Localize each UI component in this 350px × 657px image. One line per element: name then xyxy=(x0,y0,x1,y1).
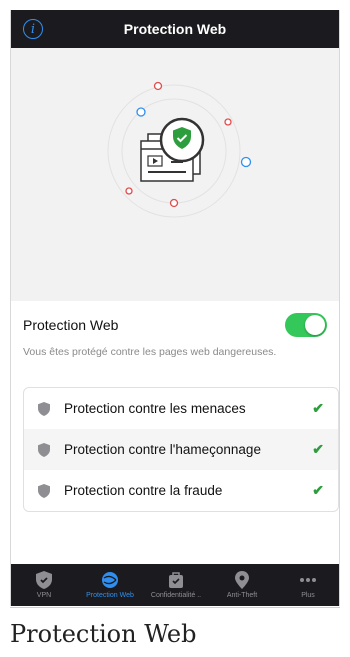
tab-label: Confidentialité .. xyxy=(150,592,202,599)
more-dots-icon xyxy=(299,571,317,589)
feature-row-fraud[interactable]: Protection contre la fraude ✔ xyxy=(24,470,338,511)
tab-more[interactable]: Plus xyxy=(275,564,339,606)
switch-knob xyxy=(305,315,325,335)
tab-label: Anti-Theft xyxy=(226,592,258,599)
shield-icon xyxy=(38,442,50,457)
toggle-description: Vous êtes protégé contre les pages web d… xyxy=(23,346,277,358)
bottom-tab-bar: VPN Protection Web Confidentialité .. An… xyxy=(11,564,339,606)
shield-icon xyxy=(38,401,50,416)
web-protection-illustration xyxy=(107,81,252,218)
page-title: Protection Web xyxy=(123,21,227,37)
tab-label: VPN xyxy=(36,592,52,599)
features-card: Protection contre les menaces ✔ Protecti… xyxy=(23,387,339,512)
top-bar: i Protection Web xyxy=(11,10,339,48)
info-icon[interactable]: i xyxy=(23,19,43,39)
check-icon: ✔ xyxy=(312,441,324,457)
tab-vpn[interactable]: VPN xyxy=(11,564,77,606)
tab-label: Plus xyxy=(301,592,315,599)
feature-label: Protection contre la fraude xyxy=(64,483,223,498)
location-pin-icon xyxy=(235,571,249,589)
tab-label: Protection Web xyxy=(86,592,134,599)
feature-label: Protection contre l'hameçonnage xyxy=(64,442,261,457)
check-icon: ✔ xyxy=(312,400,324,416)
shield-icon xyxy=(38,483,50,498)
web-protection-switch[interactable] xyxy=(285,313,327,337)
feature-label: Protection contre les menaces xyxy=(64,401,246,416)
app-frame: i Protection Web Protection Web Vous ête… xyxy=(10,10,340,606)
caption: Protection Web xyxy=(10,620,197,648)
privacy-icon xyxy=(168,571,184,589)
tab-privacy[interactable]: Confidentialité .. xyxy=(143,564,209,606)
web-protection-icon xyxy=(101,571,119,589)
toggle-label: Protection Web xyxy=(23,317,119,333)
feature-row-phishing[interactable]: Protection contre l'hameçonnage ✔ xyxy=(24,429,338,470)
feature-row-threats[interactable]: Protection contre les menaces ✔ xyxy=(24,388,338,429)
check-icon: ✔ xyxy=(312,482,324,498)
vpn-shield-icon xyxy=(36,571,52,589)
web-protection-toggle-row: Protection Web xyxy=(23,311,327,339)
tab-anti-theft[interactable]: Anti-Theft xyxy=(209,564,275,606)
tab-web-protection[interactable]: Protection Web xyxy=(77,564,143,606)
hero-illustration xyxy=(11,48,339,301)
divider xyxy=(10,607,340,608)
